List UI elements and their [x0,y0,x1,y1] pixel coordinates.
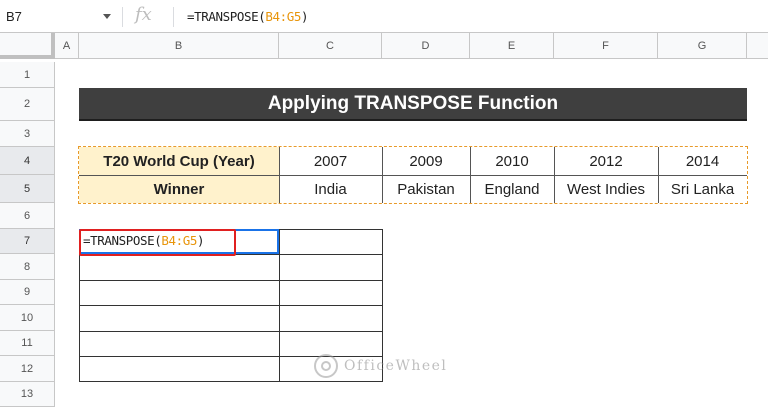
formula-input[interactable]: =TRANSPOSE(B4:G5) [187,9,309,24]
name-box-dropdown-icon[interactable] [103,14,111,19]
column-header-f[interactable]: F [554,33,658,59]
row-header-12[interactable]: 12 [0,356,55,382]
sheet-title[interactable]: Applying TRANSPOSE Function [79,88,747,121]
row-header-9[interactable]: 9 [0,280,55,305]
formula-text: =TRANSPOSE( [187,9,266,24]
column-header-next[interactable] [747,33,768,59]
callout-highlight-box [79,229,236,256]
fx-icon: fx [135,4,152,25]
select-all-corner[interactable] [0,33,55,59]
divider [173,7,174,27]
column-header-g[interactable]: G [658,33,747,59]
formula-range-ref: B4:G5 [265,9,302,24]
divider [122,7,123,27]
row-header-3[interactable]: 3 [0,121,55,147]
row-header-8[interactable]: 8 [0,254,55,280]
column-header-b[interactable]: B [79,33,279,59]
output-gridline [79,305,383,306]
column-header-c[interactable]: C [279,33,382,59]
officewheel-logo-icon [314,354,338,378]
output-gridline [79,331,383,332]
watermark-text: OfficeWheel [344,358,448,374]
row-header-10[interactable]: 10 [0,305,55,331]
row-header-2[interactable]: 2 [0,88,55,121]
row-header-1[interactable]: 1 [0,62,55,88]
range-highlight [78,146,748,204]
column-header-d[interactable]: D [382,33,470,59]
formula-bar: B7 fx =TRANSPOSE(B4:G5) [0,0,768,33]
row-header-4[interactable]: 4 [0,147,55,175]
row-header-5[interactable]: 5 [0,175,55,203]
formula-text: ) [301,9,309,24]
output-gridline [79,280,383,281]
column-header-a[interactable]: A [55,33,79,59]
row-header-7[interactable]: 7 [0,229,55,254]
row-header-11[interactable]: 11 [0,331,55,356]
watermark: OfficeWheel [314,354,447,378]
row-header-13[interactable]: 13 [0,382,55,407]
row-header-6[interactable]: 6 [0,203,55,229]
column-header-e[interactable]: E [470,33,554,59]
